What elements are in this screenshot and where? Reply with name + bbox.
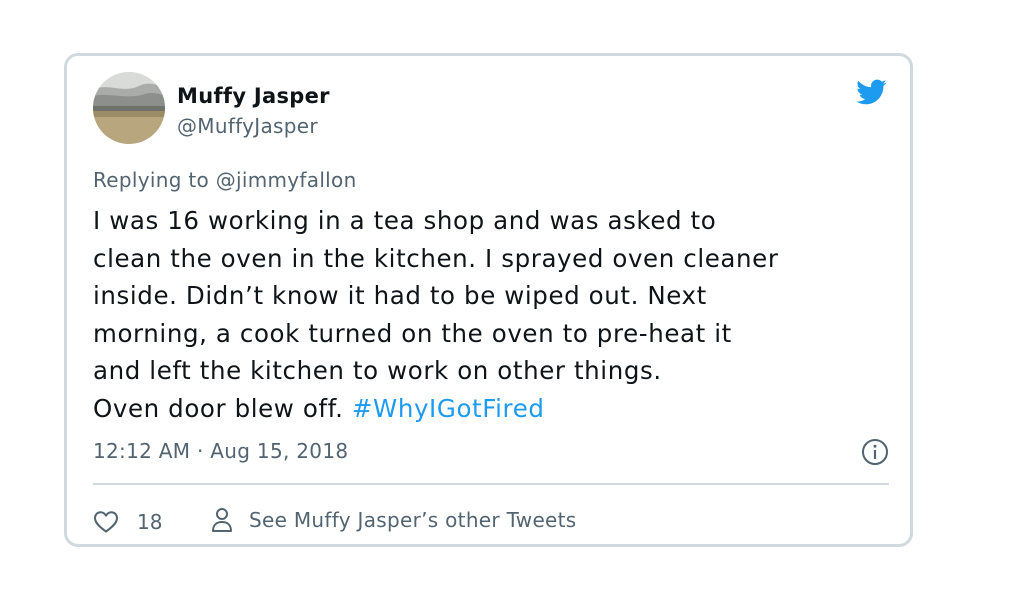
tweet-text-segment: Oven door blew off. bbox=[93, 393, 352, 423]
replying-to[interactable]: Replying to @jimmyfallon bbox=[93, 168, 357, 192]
hashtag-link[interactable]: #WhyIGotFired bbox=[352, 394, 545, 423]
tweet-text-line: inside. Didn’t know it had to be wiped o… bbox=[93, 281, 707, 310]
tweet-text-line: clean the oven in the kitchen. I sprayed… bbox=[93, 243, 779, 273]
avatar[interactable] bbox=[93, 72, 165, 144]
divider bbox=[93, 483, 889, 485]
other-tweets-link[interactable]: See Muffy Jasper’s other Tweets bbox=[211, 505, 577, 535]
like-count: 18 bbox=[137, 510, 163, 534]
info-icon[interactable] bbox=[861, 438, 889, 466]
tweet-card: Muffy Jasper @MuffyJasper Replying to @j… bbox=[64, 53, 913, 547]
tweet-text-line: morning, a cook turned on the oven to pr… bbox=[93, 318, 732, 348]
person-icon bbox=[212, 508, 232, 532]
heart-icon bbox=[94, 511, 118, 533]
tweet-text-line-last: Oven door blew off. #WhyIGotFired bbox=[93, 390, 893, 428]
landscape-photo-avatar bbox=[93, 72, 165, 144]
author-handle[interactable]: @MuffyJasper bbox=[177, 114, 318, 138]
tweet-text: I was 16 working in a tea shop and was a… bbox=[93, 202, 893, 427]
author-name[interactable]: Muffy Jasper bbox=[177, 84, 330, 108]
tweet-timestamp[interactable]: 12:12 AM · Aug 15, 2018 bbox=[93, 439, 348, 463]
tweet-text-line: and left the kitchen to work on other th… bbox=[93, 356, 662, 385]
like-button[interactable]: 18 bbox=[93, 507, 162, 537]
twitter-bird-icon[interactable] bbox=[853, 76, 889, 108]
tweet-text-line: I was 16 working in a tea shop and was a… bbox=[93, 206, 717, 235]
other-tweets-label: See Muffy Jasper’s other Tweets bbox=[249, 508, 577, 532]
